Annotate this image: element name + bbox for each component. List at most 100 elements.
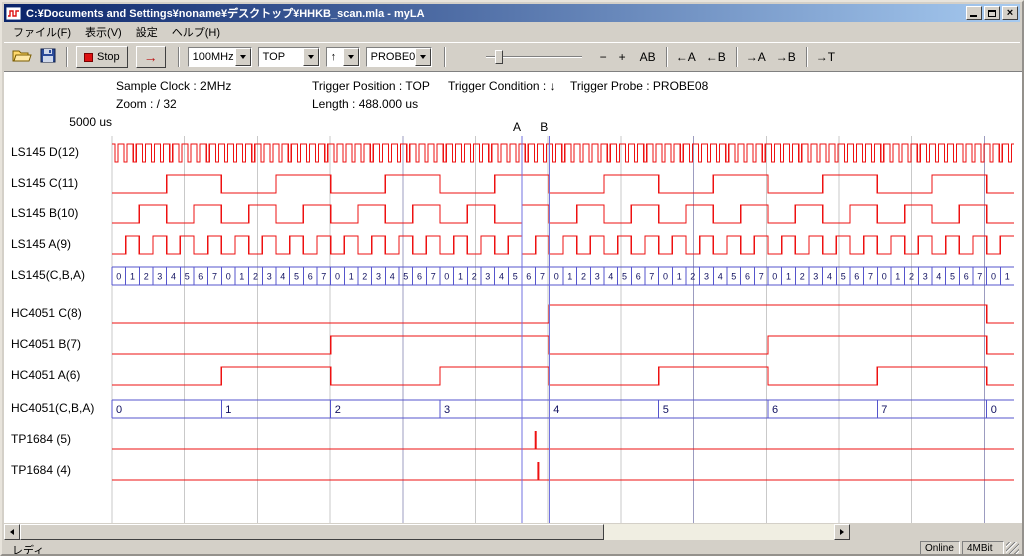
svg-text:2: 2 xyxy=(253,272,258,282)
svg-text:3: 3 xyxy=(813,272,818,282)
toolbar-separator xyxy=(736,47,738,67)
svg-text:6: 6 xyxy=(964,272,969,282)
zoom-in-button[interactable]: + xyxy=(615,48,630,66)
trigger-position-info: Trigger Position : TOP xyxy=(312,79,430,93)
horizontal-scrollbar[interactable] xyxy=(4,524,850,540)
svg-text:1: 1 xyxy=(349,272,354,282)
goto-trigger-button[interactable]: →T xyxy=(812,48,839,66)
zoom-slider-thumb[interactable] xyxy=(495,50,503,64)
svg-text:4: 4 xyxy=(499,272,504,282)
menu-settings[interactable]: 設定 xyxy=(129,21,165,43)
waveform-canvas[interactable]: 0123456701234567012345670123456701234567… xyxy=(4,113,1024,523)
svg-text:2: 2 xyxy=(144,272,149,282)
svg-text:5: 5 xyxy=(731,272,736,282)
channel-trace xyxy=(112,144,1014,162)
svg-text:4: 4 xyxy=(171,272,176,282)
chevron-down-icon[interactable] xyxy=(415,48,431,66)
svg-text:1: 1 xyxy=(786,272,791,282)
zoom-out-button[interactable]: − xyxy=(596,48,611,66)
svg-text:0: 0 xyxy=(116,272,121,282)
svg-text:4: 4 xyxy=(280,272,285,282)
svg-text:5: 5 xyxy=(403,272,408,282)
minimize-button[interactable] xyxy=(966,6,982,20)
svg-text:A: A xyxy=(513,120,521,134)
red-square-stop-icon xyxy=(84,53,93,62)
svg-text:5: 5 xyxy=(622,272,627,282)
svg-text:2: 2 xyxy=(362,272,367,282)
open-file-button[interactable] xyxy=(12,48,32,67)
trigger-probe-select[interactable]: PROBE00 xyxy=(366,47,432,67)
svg-text:4: 4 xyxy=(718,272,723,282)
trigger-position-select[interactable]: TOP xyxy=(258,47,320,67)
length-info: Length : 488.000 us xyxy=(312,97,418,111)
chevron-down-glyph xyxy=(308,55,314,59)
trigger-condition-info: Trigger Condition : ↓ xyxy=(448,79,556,93)
stop-button[interactable]: Stop xyxy=(76,46,128,68)
close-button[interactable]: × xyxy=(1002,6,1018,20)
floppy-disk-icon xyxy=(40,48,56,63)
svg-text:0: 0 xyxy=(991,404,997,416)
svg-text:6: 6 xyxy=(854,272,859,282)
status-online-panel: Online xyxy=(920,541,960,556)
status-ready-text: レディ xyxy=(12,542,44,556)
minimize-icon xyxy=(970,15,977,17)
svg-text:5: 5 xyxy=(663,404,669,416)
resize-grip[interactable] xyxy=(1006,542,1019,555)
ab-range-button[interactable]: AB xyxy=(636,48,660,66)
goto-marker-a-right-button[interactable]: →A xyxy=(742,48,770,66)
svg-text:5: 5 xyxy=(841,272,846,282)
svg-text:1: 1 xyxy=(567,272,572,282)
run-button[interactable]: → xyxy=(136,46,166,68)
window-controls: × xyxy=(966,6,1018,20)
waveform-panel: Sample Clock : 2MHz Trigger Position : T… xyxy=(4,71,1024,523)
svg-text:0: 0 xyxy=(226,272,231,282)
svg-text:1: 1 xyxy=(458,272,463,282)
svg-text:6: 6 xyxy=(308,272,313,282)
trigger-edge-select[interactable]: ↑ xyxy=(326,47,360,67)
svg-text:7: 7 xyxy=(212,272,217,282)
chevron-down-icon[interactable] xyxy=(303,48,319,66)
menu-view[interactable]: 表示(V) xyxy=(78,21,129,43)
menu-file[interactable]: ファイル(F) xyxy=(6,21,78,43)
scrollbar-thumb[interactable] xyxy=(20,524,604,540)
svg-text:7: 7 xyxy=(868,272,873,282)
svg-text:0: 0 xyxy=(772,272,777,282)
svg-text:3: 3 xyxy=(157,272,162,282)
status-bar: レディ Online 4MBit xyxy=(4,541,1020,556)
maximize-button[interactable] xyxy=(984,6,1000,20)
menu-help[interactable]: ヘルプ(H) xyxy=(165,21,227,43)
toolbar-separator xyxy=(178,47,180,67)
svg-text:7: 7 xyxy=(759,272,764,282)
chevron-down-icon[interactable] xyxy=(343,48,359,66)
svg-text:1: 1 xyxy=(225,404,231,416)
toolbar-separator xyxy=(666,47,668,67)
svg-text:4: 4 xyxy=(608,272,613,282)
marker-line[interactable]: A xyxy=(513,120,522,523)
chevron-down-icon[interactable] xyxy=(235,48,251,66)
toolbar-separator xyxy=(66,47,68,67)
channel-trace xyxy=(112,431,1014,449)
scroll-left-button[interactable] xyxy=(4,524,20,540)
svg-text:4: 4 xyxy=(827,272,832,282)
svg-text:5: 5 xyxy=(185,272,190,282)
channel-trace xyxy=(112,175,1014,193)
goto-marker-b-right-button[interactable]: →B xyxy=(772,48,800,66)
svg-text:0: 0 xyxy=(116,404,122,416)
save-file-button[interactable] xyxy=(40,48,56,66)
svg-text:3: 3 xyxy=(444,404,450,416)
goto-marker-b-left-button[interactable]: ←B xyxy=(702,48,730,66)
sample-clock-value: 100MHz xyxy=(189,48,235,66)
trigger-probe-value: PROBE00 xyxy=(367,48,415,66)
svg-text:6: 6 xyxy=(745,272,750,282)
sample-clock-select[interactable]: 100MHz xyxy=(188,47,252,67)
svg-text:3: 3 xyxy=(485,272,490,282)
channel-trace: 012345670 xyxy=(112,400,1014,418)
goto-marker-a-left-button[interactable]: ←A xyxy=(672,48,700,66)
triangle-left-icon xyxy=(10,529,14,535)
toolbar-separator xyxy=(444,47,446,67)
scroll-right-button[interactable] xyxy=(834,524,850,540)
channel-trace xyxy=(112,367,1014,385)
zoom-slider[interactable] xyxy=(486,47,582,67)
svg-text:7: 7 xyxy=(649,272,654,282)
title-bar[interactable]: C:¥Documents and Settings¥noname¥デスクトップ¥… xyxy=(4,4,1020,22)
